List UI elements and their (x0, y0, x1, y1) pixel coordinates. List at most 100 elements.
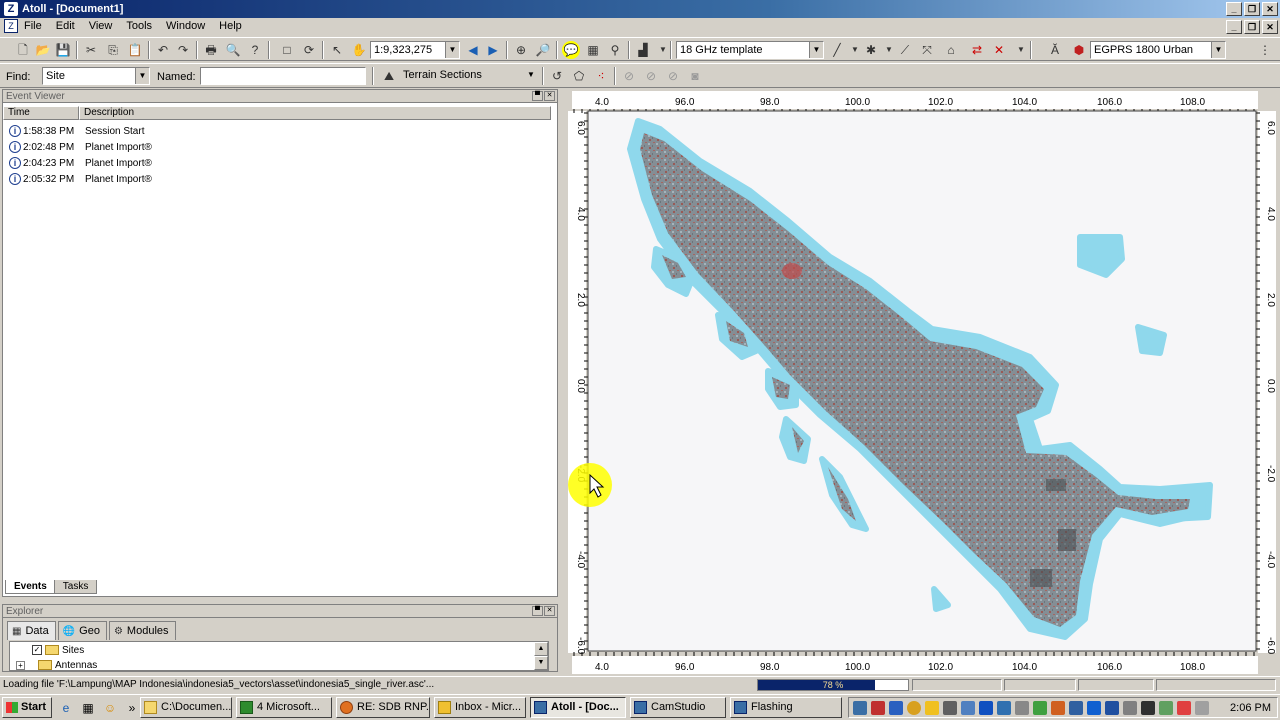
tray-messenger-icon[interactable] (907, 701, 921, 715)
scale-combo[interactable]: 1:9,323,275 ▼ (370, 41, 460, 59)
site-icon[interactable]: ⌂ (942, 41, 960, 59)
tray-speaker-icon[interactable] (943, 701, 957, 715)
drive-test-2-icon[interactable]: ⊘ (642, 67, 660, 85)
task-flashing[interactable]: Flashing (730, 697, 842, 718)
doc-restore-button[interactable]: ❐ (1244, 20, 1260, 34)
tab-geo[interactable]: 🌐 Geo (57, 621, 107, 640)
open-icon[interactable]: 📂 (34, 41, 52, 59)
print-icon[interactable]: 🖶 (202, 41, 220, 59)
tray-shield-icon[interactable] (925, 701, 939, 715)
ie-icon[interactable]: e (58, 700, 74, 716)
task-inbox[interactable]: Inbox - Micr... (434, 697, 526, 718)
measure-icon[interactable]: ▦ (584, 41, 602, 59)
event-row[interactable]: i 2:02:48 PM Planet Import® (3, 139, 551, 155)
tray-misc-icon[interactable] (1195, 701, 1209, 715)
link-icon[interactable]: ⟋ (896, 41, 914, 59)
document-icon[interactable]: Z (4, 19, 18, 33)
minimize-button[interactable]: _ (1226, 2, 1242, 16)
cut-icon[interactable]: ✂ (82, 41, 100, 59)
link-remove-icon[interactable]: ⤧ (918, 41, 936, 59)
tray-display-icon[interactable] (1069, 701, 1083, 715)
tray-monitor-icon[interactable] (961, 701, 975, 715)
restore-button[interactable]: ❐ (1244, 2, 1260, 16)
toolbar-overflow-icon[interactable]: ⋮ (1256, 41, 1274, 59)
event-row[interactable]: i 2:05:32 PM Planet Import® (3, 171, 551, 187)
tree-item-antennas[interactable]: + Antennas (16, 658, 97, 670)
menu-view[interactable]: View (89, 20, 113, 32)
polygon-icon[interactable]: ⬠ (570, 67, 588, 85)
map-canvas[interactable]: 4.0 4.0 96.0 96.0 98.0 98.0 100.0 100.0 102.0 102… (560, 89, 1280, 674)
station-icon[interactable]: ✱ (862, 41, 880, 59)
chevron-down-icon[interactable]: ▼ (1012, 41, 1030, 59)
scroll-up-icon[interactable]: ▲ (534, 642, 548, 656)
task-explorer[interactable]: C:\Documen... (140, 697, 232, 718)
column-description[interactable]: Description (79, 106, 551, 120)
menu-window[interactable]: Window (166, 20, 205, 32)
chevron-down-icon[interactable]: ▼ (524, 67, 538, 83)
tray-antivirus-icon[interactable] (871, 701, 885, 715)
zoom-area-icon[interactable]: ⊕ (512, 41, 530, 59)
tray-device-icon[interactable] (1015, 701, 1029, 715)
doc-minimize-button[interactable]: _ (1226, 20, 1242, 34)
task-email-re[interactable]: RE: SDB RNP... (336, 697, 430, 718)
camera-icon[interactable]: ◙ (686, 67, 704, 85)
forward-arrow-icon[interactable]: ▶ (484, 41, 502, 59)
print-preview-icon[interactable]: 🔍 (224, 41, 242, 59)
messenger-icon[interactable]: ☺ (102, 700, 118, 716)
task-atoll[interactable]: Atoll - [Doc... (530, 697, 626, 718)
tray-power-icon[interactable] (1141, 701, 1155, 715)
chevron-down-icon[interactable]: ▼ (135, 68, 149, 84)
sites-checkbox[interactable]: ✓ (32, 645, 42, 655)
calendar-icon[interactable]: ▦ (80, 700, 96, 716)
neighbour-remove-icon[interactable]: ✕ (990, 41, 1008, 59)
doc-close-button[interactable]: ✕ (1262, 20, 1278, 34)
save-icon[interactable]: 💾 (54, 41, 72, 59)
expand-icon[interactable]: + (16, 660, 25, 670)
service-combo[interactable]: EGPRS 1800 Urban ▼ (1090, 41, 1226, 59)
tray-status-icon[interactable] (1033, 701, 1047, 715)
undo-icon[interactable]: ↶ (154, 41, 172, 59)
atoll-app-icon[interactable]: Z (4, 2, 18, 16)
scroll-down-icon[interactable]: ▼ (534, 656, 548, 670)
find-combo[interactable]: Site ▼ (42, 67, 150, 85)
tab-tasks[interactable]: Tasks (53, 580, 98, 594)
column-time[interactable]: Time (3, 106, 79, 120)
copy-icon[interactable]: ⎘ (104, 41, 122, 59)
menu-help[interactable]: Help (219, 20, 242, 32)
tray-network-icon[interactable] (853, 701, 867, 715)
technology-icon[interactable]: ⬢ (1070, 41, 1088, 59)
panel-maximize-button[interactable]: ▀ (532, 91, 543, 101)
menu-edit[interactable]: Edit (56, 20, 75, 32)
tree-item-sites[interactable]: ✓ Sites (32, 643, 84, 657)
tray-wifi-icon[interactable] (1159, 701, 1173, 715)
template-combo[interactable]: 18 GHz template ▼ (676, 41, 824, 59)
explorer-close-button[interactable]: ✕ (544, 606, 555, 616)
tray-bluetooth2-icon[interactable] (1087, 701, 1101, 715)
drive-test-icon[interactable]: ⊘ (620, 67, 638, 85)
quicklaunch-overflow-icon[interactable]: » (124, 700, 140, 716)
close-button[interactable]: ✕ (1262, 2, 1278, 16)
tab-events[interactable]: Events (5, 580, 56, 594)
tray-update-icon[interactable] (889, 701, 903, 715)
rotate-icon[interactable]: ↺ (548, 67, 566, 85)
menu-tools[interactable]: Tools (126, 20, 152, 32)
tab-modules[interactable]: ⚙ Modules (108, 621, 176, 640)
start-button[interactable]: Start (2, 697, 52, 718)
event-row[interactable]: i 1:58:38 PM Session Start (3, 123, 551, 139)
tree-scrollbar[interactable]: ▲ ▼ (534, 642, 548, 670)
tray-alert-icon[interactable] (1177, 701, 1191, 715)
rectangle-icon[interactable]: □ (278, 41, 296, 59)
task-microsoft[interactable]: 4 Microsoft... (236, 697, 332, 718)
tab-data[interactable]: ▦ Data (7, 621, 56, 640)
neighbour-icon[interactable]: ⇄ (968, 41, 986, 59)
antenna-icon[interactable]: Ă (1046, 41, 1064, 59)
panel-close-button[interactable]: ✕ (544, 91, 555, 101)
tray-win-icon[interactable] (1105, 701, 1119, 715)
help-icon[interactable]: ? (246, 41, 264, 59)
terrain-combo[interactable]: Terrain Sections ▼ (400, 67, 538, 85)
map-view[interactable]: 4.0 4.0 96.0 96.0 98.0 98.0 100.0 100.0 102.0 102… (560, 89, 1280, 674)
event-row[interactable]: i 2:04:23 PM Planet Import® (3, 155, 551, 171)
delete-polygon-icon[interactable]: ⁖ (592, 67, 610, 85)
terrain-icon[interactable]: ⛰ (380, 67, 398, 85)
tray-app-icon[interactable] (997, 701, 1011, 715)
